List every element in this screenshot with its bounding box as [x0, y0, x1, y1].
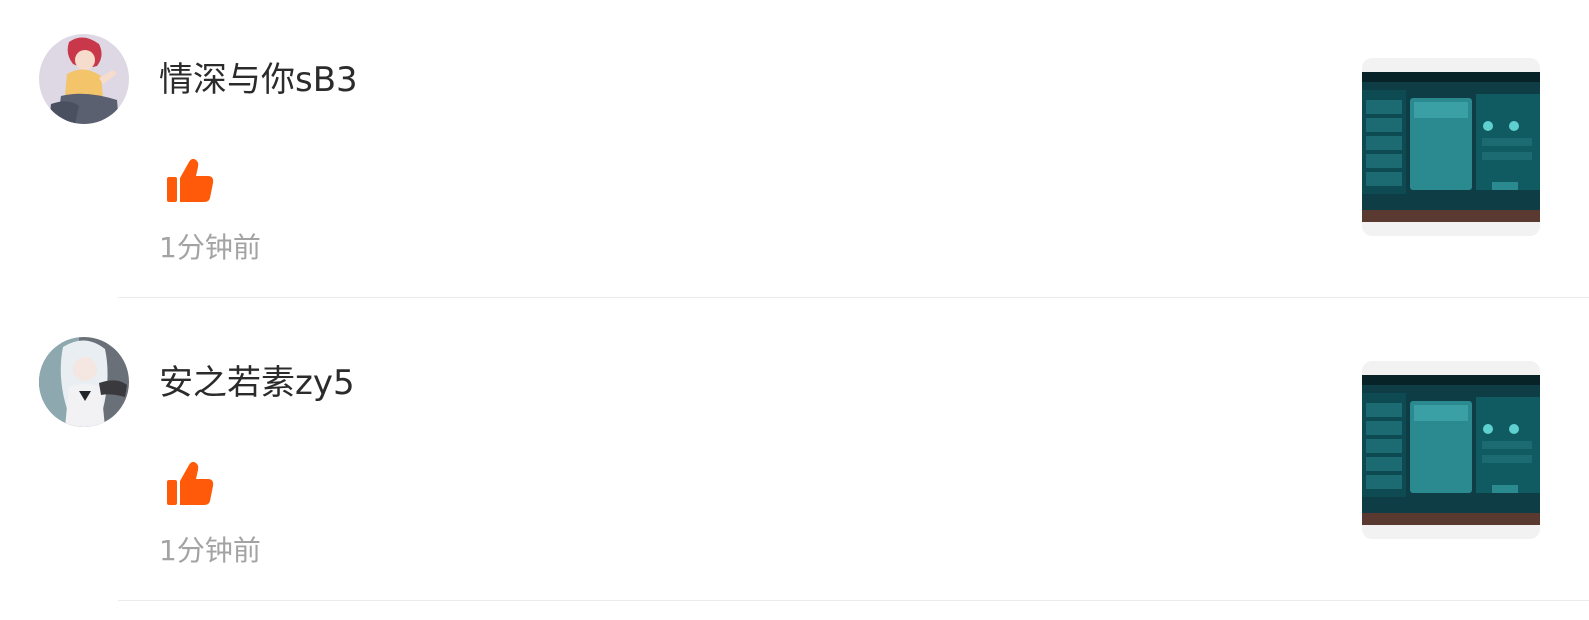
- list-item[interactable]: 安之若素zy5 1分钟前: [0, 303, 1589, 606]
- game-screenshot-thumbnail[interactable]: [1362, 361, 1540, 539]
- screenshot-image: [1362, 375, 1540, 525]
- avatar-anime-red-hair-icon: [39, 34, 129, 124]
- thumbs-up-icon[interactable]: [162, 156, 218, 208]
- avatar-anime-silver-hair-icon: [39, 337, 129, 427]
- timestamp: 1分钟前: [159, 231, 261, 264]
- username[interactable]: 情深与你sB3: [159, 58, 358, 102]
- thumbs-up-icon[interactable]: [162, 459, 218, 511]
- like-notification-list: 情深与你sB3 1分钟前 安之若素zy5 1分钟前: [0, 0, 1589, 620]
- game-screenshot-thumbnail[interactable]: [1362, 58, 1540, 236]
- list-item[interactable]: 情深与你sB3 1分钟前: [0, 0, 1589, 303]
- avatar[interactable]: [39, 337, 129, 427]
- screenshot-image: [1362, 72, 1540, 222]
- divider: [118, 600, 1589, 601]
- avatar[interactable]: [39, 34, 129, 124]
- username[interactable]: 安之若素zy5: [159, 361, 355, 405]
- divider: [118, 297, 1589, 298]
- timestamp: 1分钟前: [159, 534, 261, 567]
